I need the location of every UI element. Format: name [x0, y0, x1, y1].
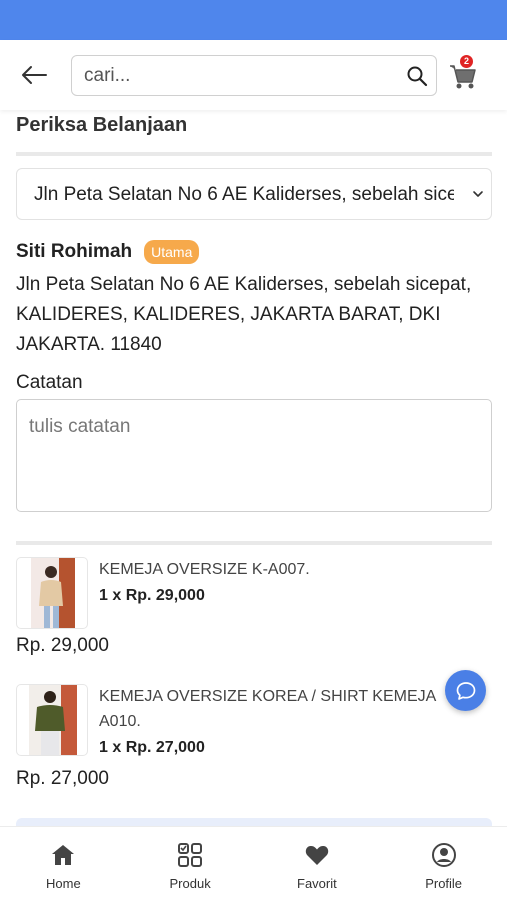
- section-divider: [16, 152, 492, 156]
- heart-icon: [303, 841, 331, 869]
- user-circle-icon: [430, 841, 458, 869]
- product-total: Rp. 27,000: [16, 768, 109, 789]
- nav-item-profile[interactable]: Profile: [380, 827, 507, 900]
- nav-label: Produk: [169, 876, 211, 891]
- top-bar: 2: [0, 40, 507, 110]
- section-divider: [16, 541, 492, 545]
- nav-item-favorit[interactable]: Favorit: [254, 827, 381, 900]
- chat-button[interactable]: [445, 670, 486, 711]
- primary-address-badge: Utama: [144, 240, 200, 264]
- recipient-row: Siti Rohimah Utama: [16, 240, 200, 264]
- search-box: [71, 55, 437, 96]
- back-button[interactable]: [18, 60, 50, 90]
- address-select[interactable]: Jln Peta Selatan No 6 AE Kaliderses, seb…: [16, 168, 492, 220]
- product-name: KEMEJA OVERSIZE K-A007.: [99, 561, 310, 578]
- product-image: [16, 684, 88, 756]
- cart-button[interactable]: 2: [448, 55, 478, 90]
- arrow-left-icon: [22, 66, 47, 84]
- search-input[interactable]: [84, 56, 394, 95]
- product-qty-price: 1 x Rp. 29,000: [99, 587, 205, 604]
- chevron-down-icon: [473, 191, 483, 197]
- product-total: Rp. 29,000: [16, 635, 109, 656]
- notes-input[interactable]: [16, 399, 492, 512]
- chat-bubble-icon: [456, 681, 475, 700]
- grid-icon: [176, 841, 204, 869]
- search-icon[interactable]: [406, 65, 428, 87]
- nav-item-home[interactable]: Home: [0, 827, 127, 900]
- recipient-address: Jln Peta Selatan No 6 AE Kaliderses, seb…: [16, 274, 472, 355]
- bottom-nav: Home Produk Favorit Profile: [0, 826, 507, 900]
- notes-label: Catatan: [16, 372, 83, 393]
- status-bar: [0, 0, 507, 40]
- product-name: KEMEJA OVERSIZE KOREA / SHIRT KEMEJA A01…: [99, 688, 436, 730]
- page-title: Periksa Belanjaan: [16, 114, 188, 136]
- nav-item-produk[interactable]: Produk: [127, 827, 254, 900]
- nav-label: Profile: [425, 876, 463, 891]
- recipient-name: Siti Rohimah: [16, 241, 133, 262]
- address-select-value: Jln Peta Selatan No 6 AE Kaliderses, seb…: [34, 184, 454, 205]
- nav-label: Home: [46, 876, 81, 891]
- product-image: [16, 557, 88, 629]
- product-qty-price: 1 x Rp. 27,000: [99, 739, 205, 756]
- home-icon: [49, 841, 77, 869]
- cart-count-badge: 2: [460, 55, 473, 68]
- nav-label: Favorit: [297, 876, 337, 891]
